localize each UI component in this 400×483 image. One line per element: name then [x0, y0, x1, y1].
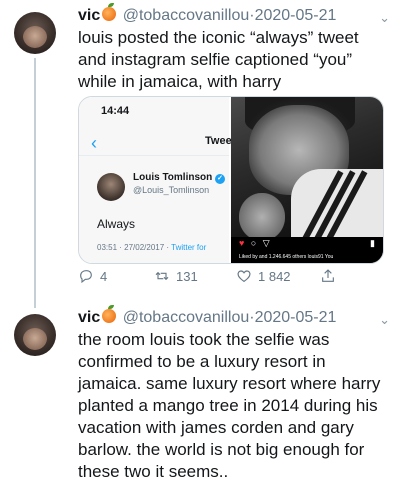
embedded-tweet-date: 03:51 · 27/02/2017 · Twitter for: [97, 243, 206, 252]
tweet-media[interactable]: 14:44 ‹ Twee Louis Tomlinson ✓ @Louis_To…: [78, 96, 384, 264]
peach-emoji-icon: [102, 3, 117, 21]
date-text: 03:51 · 27/02/2017 ·: [97, 243, 170, 252]
like-icon: [237, 270, 251, 282]
author-handle: @Louis_Tomlinson: [133, 185, 210, 195]
tweet[interactable]: vic @tobaccovanillou·2020-05-21 ⌄ the ro…: [78, 305, 390, 483]
avatar[interactable]: [14, 12, 56, 54]
retweet-button[interactable]: 131: [154, 268, 198, 284]
status-time: 14:44: [101, 105, 130, 117]
chevron-down-icon[interactable]: ⌄: [379, 310, 390, 330]
instagram-selfie[interactable]: ♥ ○ ▽ ▮ Liked by and 1.246.645 others lo…: [231, 97, 383, 263]
back-arrow-icon: ‹: [91, 133, 97, 153]
embedded-tweet-screenshot[interactable]: 14:44 ‹ Twee Louis Tomlinson ✓ @Louis_To…: [79, 97, 232, 263]
share-icon: [322, 269, 334, 282]
tweet-actions: 4 131 1 842: [78, 268, 378, 288]
display-name[interactable]: vic: [78, 7, 100, 24]
avatar[interactable]: [14, 314, 56, 356]
hand-shape: [239, 193, 285, 241]
tweet[interactable]: vic @tobaccovanillou·2020-05-21 ⌄ louis …: [78, 3, 390, 93]
author-name-text: Louis Tomlinson: [133, 172, 213, 183]
reply-count: 4: [100, 268, 108, 284]
instagram-action-icons: ♥ ○ ▽: [239, 238, 272, 248]
embedded-tweet-text: Always: [97, 217, 136, 231]
retweet-count: 131: [176, 268, 198, 284]
tweet-date[interactable]: 2020-05-21: [255, 309, 337, 326]
like-button[interactable]: 1 842: [236, 268, 291, 284]
heart-icon: ♥: [239, 238, 247, 248]
source-text: Twitter for: [171, 243, 207, 252]
user-handle[interactable]: @tobaccovanillou: [123, 309, 250, 326]
likes-count: and 1.246.645 others: [259, 254, 307, 260]
share-button[interactable]: [320, 268, 336, 284]
screen-title: Twee: [205, 135, 232, 147]
tweet-header: vic @tobaccovanillou·2020-05-21 ⌄: [78, 3, 390, 28]
divider: [79, 155, 229, 156]
author-name: Louis Tomlinson ✓: [133, 172, 226, 184]
tweet-text: the room louis took the selfie was confi…: [78, 330, 381, 481]
bookmark-icon: ▮: [370, 238, 375, 248]
retweet-icon: [155, 271, 169, 281]
verified-icon: ✓: [215, 174, 226, 184]
instagram-likes: Liked by and 1.246.645 others louis91 Yo…: [239, 254, 333, 260]
tweet-header: vic @tobaccovanillou·2020-05-21 ⌄: [78, 305, 390, 330]
tweet-date[interactable]: 2020-05-21: [255, 7, 337, 24]
tweet-text: louis posted the iconic “always” tweet a…: [78, 28, 359, 91]
avatar: [97, 173, 125, 201]
caption: louis91 You: [307, 254, 334, 260]
reply-icon: [80, 270, 92, 284]
likes-label: Liked by: [239, 254, 258, 260]
like-count: 1 842: [258, 268, 291, 284]
peach-emoji-icon: [102, 305, 117, 323]
chevron-down-icon[interactable]: ⌄: [379, 8, 390, 28]
display-name[interactable]: vic: [78, 309, 100, 326]
thread-line: [34, 58, 36, 308]
reply-button[interactable]: 4: [78, 268, 107, 284]
user-handle[interactable]: @tobaccovanillou: [123, 7, 250, 24]
